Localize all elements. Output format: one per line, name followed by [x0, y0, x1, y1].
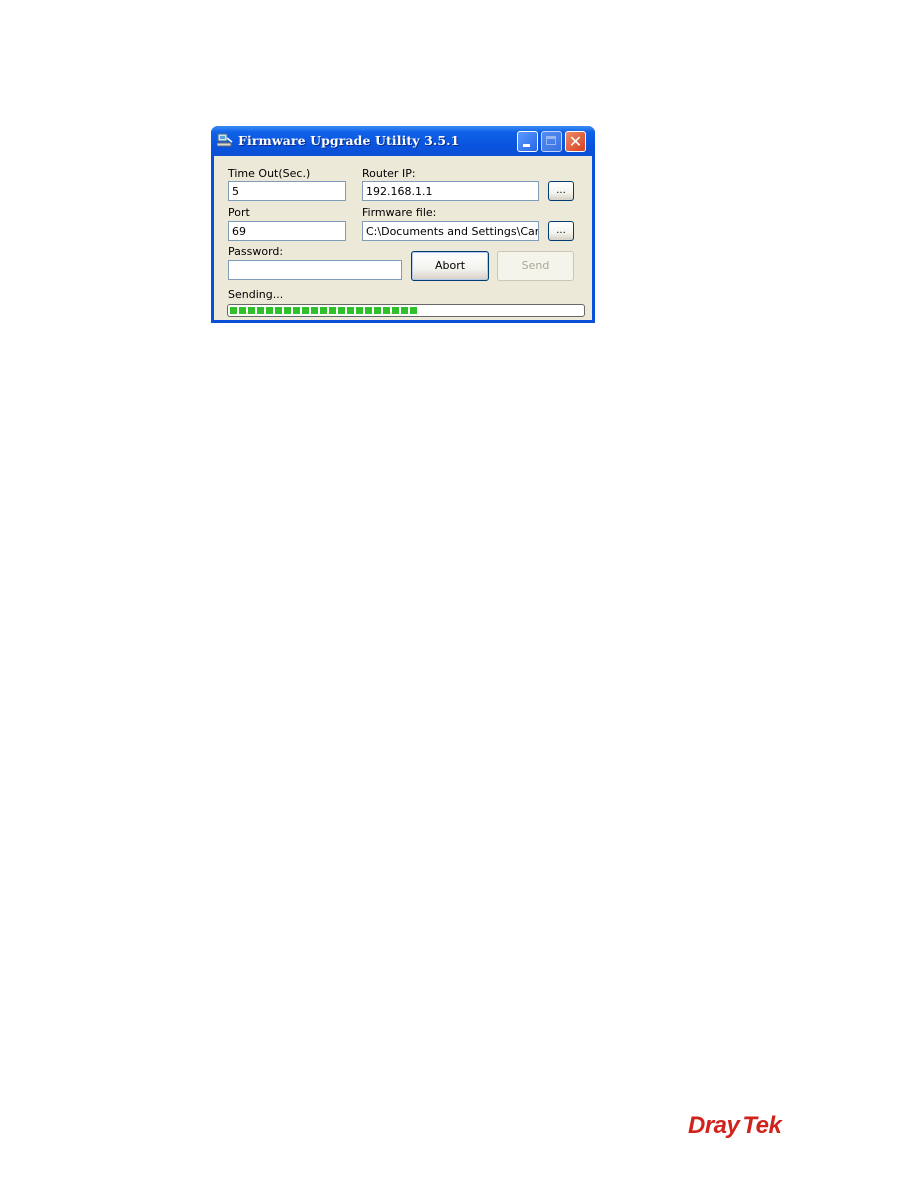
progress-block	[356, 307, 363, 314]
progress-block	[365, 307, 372, 314]
timeout-input[interactable]: 5	[228, 181, 346, 201]
abort-button[interactable]: Abort	[411, 251, 489, 281]
port-label: Port	[228, 206, 250, 219]
draytek-logo: Dray Tek	[688, 1112, 782, 1140]
password-input[interactable]	[228, 260, 402, 280]
progress-block	[257, 307, 264, 314]
progress-block	[284, 307, 291, 314]
progress-block	[302, 307, 309, 314]
progress-block	[239, 307, 246, 314]
progress-block	[374, 307, 381, 314]
timeout-label: Time Out(Sec.)	[228, 167, 311, 180]
progress-block	[410, 307, 417, 314]
logo-tek: Tek	[742, 1112, 782, 1139]
progress-block	[266, 307, 273, 314]
progress-block	[401, 307, 408, 314]
progress-block	[392, 307, 399, 314]
port-input[interactable]: 69	[228, 221, 346, 241]
progress-block	[329, 307, 336, 314]
router-ip-label: Router IP:	[362, 167, 416, 180]
close-icon: ✕	[568, 132, 583, 151]
progress-block	[275, 307, 282, 314]
progress-block	[293, 307, 300, 314]
password-label: Password:	[228, 245, 284, 258]
send-button[interactable]: Send	[497, 251, 574, 281]
firmware-file-label: Firmware file:	[362, 206, 437, 219]
router-ip-input[interactable]: 192.168.1.1	[362, 181, 539, 201]
status-text: Sending...	[228, 288, 284, 301]
network-computer-icon	[217, 133, 233, 147]
firmware-upgrade-window: Firmware Upgrade Utility 3.5.1 ✕ Time Ou…	[211, 126, 595, 323]
title-bar[interactable]: Firmware Upgrade Utility 3.5.1 ✕	[211, 126, 595, 156]
progress-block	[338, 307, 345, 314]
router-ip-browse-button[interactable]: ...	[548, 181, 574, 201]
progress-block	[347, 307, 354, 314]
progress-block	[248, 307, 255, 314]
logo-dray: Dray	[688, 1112, 740, 1139]
progress-fill	[230, 307, 417, 314]
close-button[interactable]: ✕	[565, 131, 586, 152]
progress-block	[383, 307, 390, 314]
dialog-body: Time Out(Sec.) 5 Port 69 Password: Route…	[214, 156, 592, 320]
progress-block	[311, 307, 318, 314]
window-title: Firmware Upgrade Utility 3.5.1	[238, 133, 460, 148]
firmware-browse-button[interactable]: ...	[548, 221, 574, 241]
progress-bar	[227, 304, 585, 317]
progress-block	[320, 307, 327, 314]
maximize-button[interactable]	[541, 131, 562, 152]
firmware-file-input[interactable]: C:\Documents and Settings\Carrie	[362, 221, 539, 241]
minimize-button[interactable]	[517, 131, 538, 152]
progress-block	[230, 307, 237, 314]
